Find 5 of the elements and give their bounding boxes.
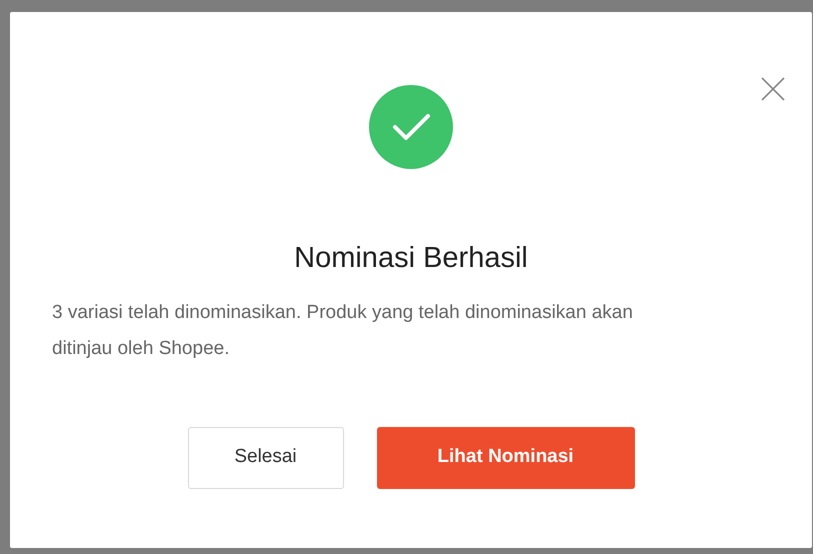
view-nominations-button[interactable]: Lihat Nominasi (376, 426, 634, 488)
dialog-title: Nominasi Berhasil (294, 241, 528, 276)
success-check-icon (369, 85, 453, 169)
done-button[interactable]: Selesai (188, 426, 344, 488)
dialog-message: 3 variasi telah dinominasikan. Produk yang telah dinominasikan akan ditinjau oleh Shopee. (52, 300, 634, 360)
